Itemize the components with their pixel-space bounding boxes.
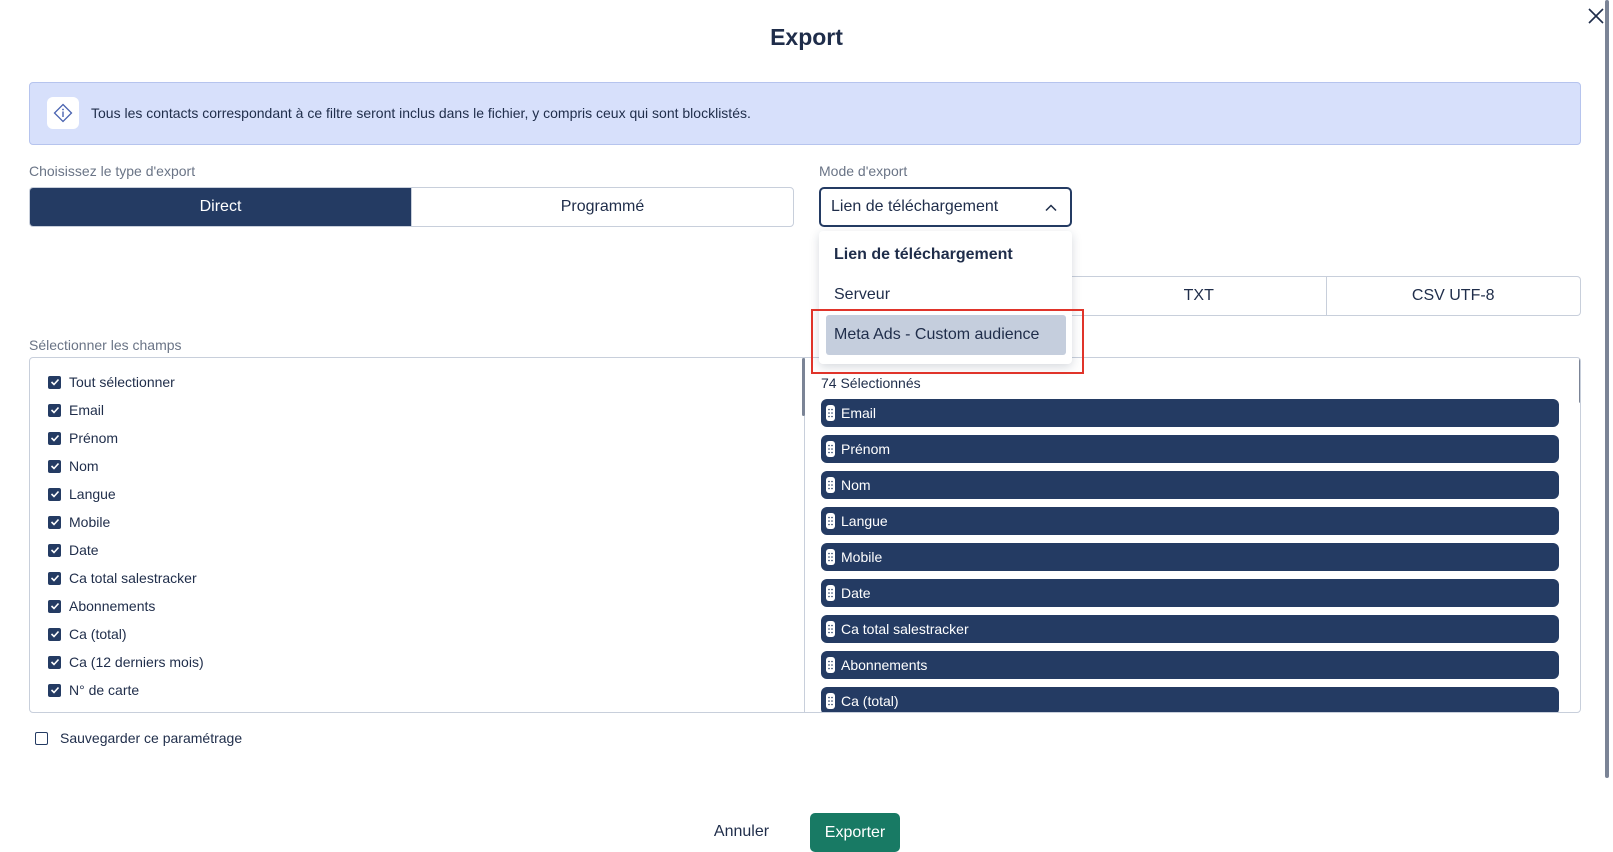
drag-handle-icon[interactable] [826, 405, 835, 421]
field-checkbox-mobile[interactable]: Mobile [48, 511, 110, 533]
info-diamond-icon [47, 97, 79, 129]
export-mode-value: Lien de téléchargement [831, 198, 999, 215]
dropdown-option-server[interactable]: Serveur [819, 275, 1072, 315]
drag-handle-icon[interactable] [826, 657, 835, 673]
info-banner: Tous les contacts correspondant à ce fil… [29, 82, 1581, 145]
export-mode-dropdown: Lien de téléchargement Serveur Meta Ads … [819, 231, 1072, 364]
field-label: Prénom [69, 430, 119, 446]
selected-field-chip[interactable]: Ca total salestracker [821, 615, 1559, 643]
field-checkbox-langue[interactable]: Langue [48, 483, 116, 505]
close-button[interactable] [1586, 6, 1606, 26]
available-fields-list: Tout sélectionner Email Prénom Nom Langu… [30, 358, 805, 712]
drag-handle-icon[interactable] [826, 621, 835, 637]
chip-label: Langue [841, 513, 888, 529]
field-checkbox-ca-total-salestracker[interactable]: Ca total salestracker [48, 567, 197, 589]
selected-field-chip[interactable]: Langue [821, 507, 1559, 535]
chip-label: Ca total salestracker [841, 621, 969, 637]
field-checkbox-abonnements[interactable]: Abonnements [48, 595, 155, 617]
export-type-direct[interactable]: Direct [30, 188, 411, 226]
field-label: Ca total salestracker [69, 570, 197, 586]
checkbox-unchecked-icon [35, 731, 48, 745]
selected-field-chip[interactable]: Date [821, 579, 1559, 607]
chip-label: Nom [841, 477, 871, 493]
drag-handle-icon[interactable] [826, 585, 835, 601]
select-all-label: Tout sélectionner [69, 374, 175, 390]
checkbox-checked-icon [48, 459, 61, 473]
drag-handle-icon[interactable] [826, 549, 835, 565]
checkbox-checked-icon [48, 655, 61, 669]
field-label: Mobile [69, 514, 111, 530]
checkbox-checked-icon [48, 403, 61, 417]
checkbox-checked-icon [48, 683, 61, 697]
drag-handle-icon[interactable] [826, 513, 835, 529]
dropdown-option-meta-ads[interactable]: Meta Ads - Custom audience [826, 315, 1066, 355]
chip-label: Email [841, 405, 877, 421]
export-type-toggle: Direct Programmé [29, 187, 794, 227]
chip-label: Abonnements [841, 657, 928, 673]
selected-field-chip[interactable]: Nom [821, 471, 1559, 499]
page-scrollbar[interactable] [1605, 0, 1609, 778]
selected-field-chip[interactable]: Ca (total) [821, 687, 1559, 712]
checkbox-checked-icon [48, 627, 61, 641]
field-checkbox-email[interactable]: Email [48, 399, 104, 421]
field-label: N° de carte [69, 682, 140, 698]
field-label: Email [69, 402, 105, 418]
field-checkbox-numero-carte[interactable]: N° de carte [48, 679, 139, 701]
left-scrollbar[interactable] [802, 358, 805, 416]
dropdown-option-download-link[interactable]: Lien de téléchargement [819, 235, 1072, 275]
drag-handle-icon[interactable] [826, 693, 835, 709]
checkbox-checked-icon [48, 571, 61, 585]
field-checkbox-ca-12-mois[interactable]: Ca (12 derniers mois) [48, 651, 204, 673]
chevron-up-icon [1045, 204, 1057, 212]
checkbox-checked-icon [48, 487, 61, 501]
field-label: Ca (12 derniers mois) [69, 654, 204, 670]
format-csv-utf8[interactable]: CSV UTF-8 [1325, 277, 1581, 315]
checkbox-checked-icon [48, 431, 61, 445]
field-checkbox-ca-total[interactable]: Ca (total) [48, 623, 127, 645]
save-setting-checkbox[interactable]: Sauvegarder ce paramétrage [35, 730, 242, 746]
export-type-scheduled[interactable]: Programmé [411, 188, 793, 226]
select-all-checkbox[interactable]: Tout sélectionner [48, 371, 175, 393]
selected-field-chip[interactable]: Mobile [821, 543, 1559, 571]
fields-label: Sélectionner les champs [29, 337, 182, 353]
export-button[interactable]: Exporter [810, 813, 900, 852]
field-label: Date [69, 542, 99, 558]
chip-label: Ca (total) [841, 693, 899, 709]
save-setting-label: Sauvegarder ce paramétrage [60, 730, 243, 746]
checkbox-checked-icon [48, 599, 61, 613]
field-label: Abonnements [69, 598, 156, 614]
dialog-title: Export [770, 24, 843, 50]
cancel-button[interactable]: Annuler [704, 813, 779, 851]
selected-field-chip[interactable]: Prénom [821, 435, 1559, 463]
close-icon [1588, 8, 1604, 24]
info-text: Tous les contacts correspondant à ce fil… [91, 105, 751, 121]
checkbox-checked-icon [48, 515, 61, 529]
chip-label: Date [841, 585, 871, 601]
fields-panel: Tout sélectionner Email Prénom Nom Langu… [29, 357, 1581, 713]
selected-field-chip[interactable]: Email [821, 399, 1559, 427]
field-label: Ca (total) [69, 626, 127, 642]
selected-field-chip[interactable]: Abonnements [821, 651, 1559, 679]
checkbox-checked-icon [48, 375, 61, 389]
export-mode-select[interactable]: Lien de téléchargement [819, 187, 1072, 227]
field-checkbox-date[interactable]: Date [48, 539, 99, 561]
selected-count: 74 Sélectionnés [821, 375, 921, 391]
selected-fields-list: 74 Sélectionnés Email Prénom Nom Langue … [806, 358, 1580, 712]
field-checkbox-prenom[interactable]: Prénom [48, 427, 118, 449]
field-label: Langue [69, 486, 116, 502]
chip-label: Mobile [841, 549, 883, 565]
format-txt[interactable]: TXT [1072, 277, 1326, 315]
checkbox-checked-icon [48, 543, 61, 557]
field-label: Nom [69, 458, 99, 474]
drag-handle-icon[interactable] [826, 477, 835, 493]
export-type-label: Choisissez le type d'export [29, 163, 196, 179]
file-format-toggle: TXT CSV UTF-8 [1072, 276, 1581, 316]
drag-handle-icon[interactable] [826, 441, 835, 457]
field-checkbox-nom[interactable]: Nom [48, 455, 99, 477]
export-mode-label: Mode d'export [819, 163, 908, 179]
chip-label: Prénom [841, 441, 891, 457]
right-scrollbar[interactable] [1579, 358, 1580, 403]
